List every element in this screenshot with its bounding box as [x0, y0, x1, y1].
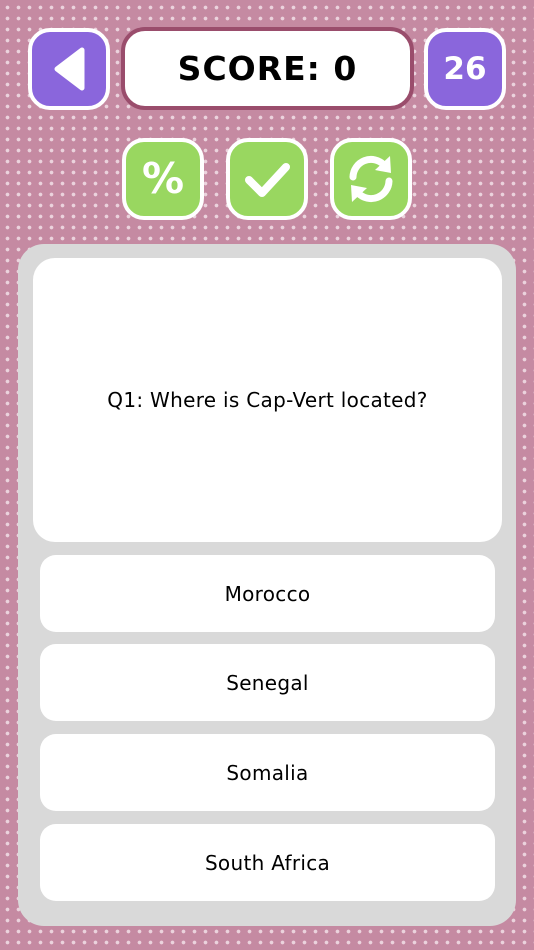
level-number: 26	[443, 51, 487, 87]
question-card: Q1: Where is Cap-Vert located?	[33, 258, 502, 542]
answer-label: Senegal	[226, 670, 309, 695]
answer-option-4[interactable]: South Africa	[40, 824, 495, 901]
answer-label: South Africa	[204, 850, 331, 875]
score-text: SCORE: 0	[177, 49, 358, 88]
answer-label: Morocco	[224, 581, 311, 606]
check-answer-button[interactable]	[226, 138, 308, 220]
score-display: SCORE: 0	[121, 27, 414, 110]
question-text: Q1: Where is Cap-Vert located?	[107, 388, 428, 412]
back-arrow-icon	[54, 47, 85, 91]
refresh-icon	[349, 155, 393, 203]
level-badge[interactable]: 26	[424, 28, 506, 110]
refresh-button[interactable]	[330, 138, 412, 220]
percent-hint-button[interactable]: %	[122, 138, 204, 220]
answer-option-3[interactable]: Somalia	[40, 734, 495, 811]
checkmark-icon	[245, 163, 290, 197]
percent-icon: %	[142, 154, 184, 203]
back-button[interactable]	[28, 28, 110, 110]
svg-text:%: %	[142, 154, 184, 203]
answer-option-1[interactable]: Morocco	[40, 555, 495, 632]
answer-option-2[interactable]: Senegal	[40, 644, 495, 721]
answer-label: Somalia	[226, 760, 309, 785]
